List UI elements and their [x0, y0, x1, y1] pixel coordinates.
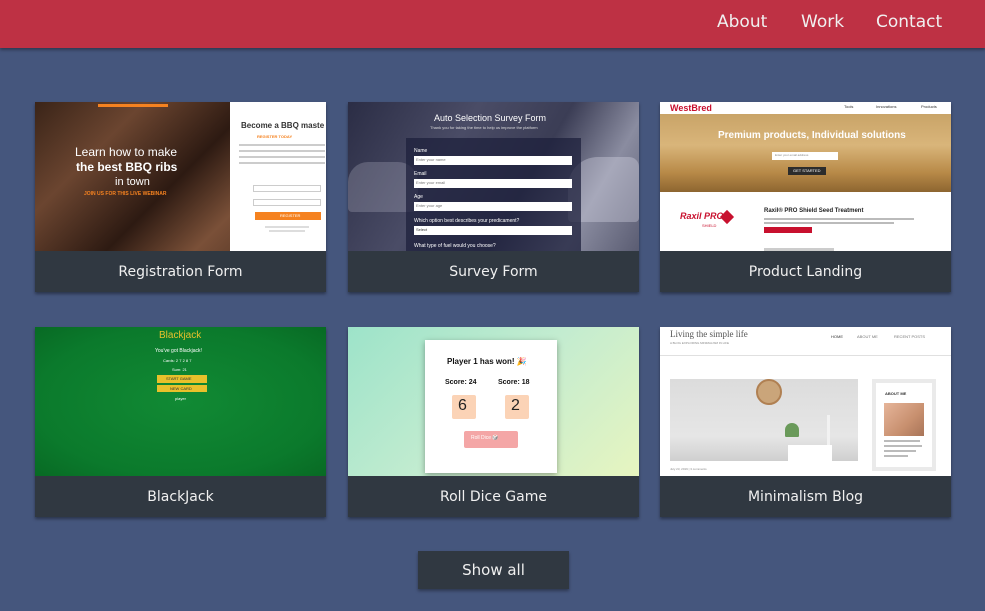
thumb-side-sub: REGISTER TODAY — [257, 134, 293, 139]
project-thumbnail: Learn how to make the best BBQ ribs in t… — [35, 102, 326, 251]
thumb-blog-title: Living the simple life — [670, 329, 748, 339]
thumb-dice-score2: Score: 18 — [498, 379, 530, 386]
thumb-headline-3: in town — [115, 176, 150, 188]
thumb-roll-button: Roll Dice 🎲 — [471, 435, 499, 441]
thumb-survey-sub: Thank you for taking the time to help us… — [430, 125, 538, 130]
thumb-product-logo-sub: SHIELD — [702, 223, 717, 228]
project-thumbnail: Living the simple life A BLOG EXPLORING … — [660, 327, 951, 476]
nav-link-work[interactable]: Work — [801, 12, 844, 32]
thumb-dice-winner: Player 1 has won! 🎉 — [447, 357, 527, 366]
project-card-survey-form[interactable]: Auto Selection Survey Form Thank you for… — [348, 102, 639, 292]
nav-link-contact[interactable]: Contact — [876, 12, 942, 32]
project-title: Registration Form — [118, 264, 243, 280]
top-navbar: About Work Contact — [0, 0, 985, 48]
project-title: Survey Form — [449, 264, 538, 280]
thumb-bj-player: player — [175, 396, 186, 401]
thumb-logo: WestBred — [670, 103, 712, 113]
thumb-question-2: What type of fuel would you choose? — [414, 243, 496, 249]
thumb-side-title: Become a BBQ maste — [241, 121, 325, 130]
thumb-field-label: Age — [414, 194, 423, 200]
thumb-field-placeholder: Enter your age — [416, 203, 443, 208]
thumb-blog-tagline: A BLOG EXPLORING MINIMALISM IN LIFE — [670, 341, 730, 345]
thumb-field-label: Email — [414, 171, 427, 177]
project-card-registration-form[interactable]: Learn how to make the best BBQ ribs in t… — [35, 102, 326, 292]
thumb-email-placeholder: Enter your email address — [775, 153, 809, 157]
thumb-field-placeholder: Enter your name — [416, 157, 446, 162]
thumb-die-1: 6 — [458, 397, 467, 414]
thumb-blog-nav: ABOUT ME — [857, 334, 878, 339]
project-card-minimalism-blog[interactable]: Living the simple life A BLOG EXPLORING … — [660, 327, 951, 517]
thumb-blog-nav: RECENT POSTS — [894, 334, 926, 339]
thumb-headline-1: Learn how to make — [75, 145, 178, 159]
project-title: BlackJack — [147, 489, 214, 505]
thumb-bj-new: NEW CARD — [170, 386, 192, 391]
thumb-bj-sum: Sum: 21 — [172, 367, 187, 372]
project-title: Minimalism Blog — [747, 489, 864, 505]
thumb-hero: Premium products, Individual solutions — [718, 130, 906, 141]
project-thumbnail: Blackjack You've got Blackjack! Cards: 2… — [35, 327, 326, 476]
thumb-select: Select — [416, 227, 428, 232]
thumb-nav-item: Tools — [844, 104, 854, 109]
thumb-field-placeholder: Enter your email — [416, 180, 446, 185]
thumb-dice-score1: Score: 24 — [445, 379, 477, 386]
thumb-register-button: REGISTER — [280, 213, 301, 218]
thumb-product-logo: Raxil PRO — [680, 211, 724, 221]
project-thumbnail: Auto Selection Survey Form Thank you for… — [348, 102, 639, 251]
thumb-question: Which option best describes your predica… — [414, 218, 520, 224]
thumb-die-2: 2 — [511, 397, 520, 414]
thumb-bj-message: You've got Blackjack! — [155, 348, 202, 354]
thumb-blog-date: July 23, 2019 | 3 comments — [670, 467, 707, 471]
project-thumbnail: Player 1 has won! 🎉 Score: 24 Score: 18 … — [348, 327, 639, 476]
show-all-button[interactable]: Show all — [418, 551, 569, 589]
thumb-field-label: Name — [414, 148, 428, 154]
thumb-cta: JOIN US FOR THIS LIVE WEBINAR — [84, 191, 167, 197]
project-thumbnail: WestBred Tools Innovations Products Prem… — [660, 102, 951, 251]
thumb-blog-about: ABOUT ME — [885, 391, 907, 396]
thumb-survey-heading: Auto Selection Survey Form — [434, 113, 547, 123]
thumb-bj-start: START GAME — [166, 376, 192, 381]
project-card-product-landing[interactable]: WestBred Tools Innovations Products Prem… — [660, 102, 951, 292]
thumb-nav-item: Innovations — [876, 104, 897, 109]
project-card-roll-dice-game[interactable]: Player 1 has won! 🎉 Score: 24 Score: 18 … — [348, 327, 639, 517]
thumb-product-name: Raxil® PRO Shield Seed Treatment — [764, 208, 864, 214]
thumb-nav-item: Products — [921, 104, 937, 109]
project-title: Roll Dice Game — [439, 489, 547, 505]
project-card-blackjack[interactable]: Blackjack You've got Blackjack! Cards: 2… — [35, 327, 326, 517]
thumb-headline-2: the best BBQ ribs — [76, 160, 178, 174]
thumb-get-started: GET STARTED — [793, 168, 821, 173]
thumb-bj-heading: Blackjack — [159, 330, 202, 341]
project-title: Product Landing — [748, 264, 863, 280]
thumb-bj-cards: Cards: 2 7 2 8 7 — [163, 358, 192, 363]
nav-link-about[interactable]: About — [717, 12, 767, 32]
thumb-blog-nav: HOME — [831, 334, 843, 339]
